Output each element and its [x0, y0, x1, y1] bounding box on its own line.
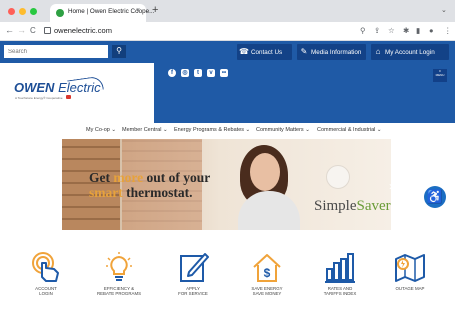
- share-icon[interactable]: ⇪: [374, 26, 380, 35]
- reload-button[interactable]: C: [30, 26, 36, 35]
- tab-close-icon[interactable]: ×: [136, 7, 140, 14]
- media-information-button[interactable]: ✎ Media Information: [297, 44, 366, 60]
- flickr-icon[interactable]: ••: [220, 69, 228, 77]
- quick-links: ACCOUNT LOGIN EFFICIENCY & REBATE PROGRAMS…: [0, 231, 455, 318]
- thermostat-icon: [326, 165, 350, 189]
- menu-button[interactable]: ≡ MENU: [433, 69, 447, 82]
- quick-link-rates-tariffs[interactable]: RATES AND TARIFFS INDEX: [310, 251, 370, 297]
- quick-link-label: ACCOUNT LOGIN: [35, 286, 57, 297]
- close-window-button[interactable]: [8, 8, 15, 15]
- url-field[interactable]: owenelectric.com: [54, 26, 112, 35]
- browser-tab[interactable]: Home | Owen Electric Coope... ×: [50, 4, 154, 22]
- touch-hand-icon: [32, 252, 59, 282]
- lock-icon: [44, 27, 51, 34]
- quick-link-label: SAVE ENERGY SAVE MONEY: [251, 286, 283, 297]
- nav-item-energy-programs[interactable]: Energy Programs & Rebates ⌄: [174, 127, 250, 133]
- quick-link-label: EFFICIENCY & REBATE PROGRAMS: [96, 286, 142, 297]
- quick-link-outage-map[interactable]: OUTAGE MAP: [380, 251, 440, 291]
- forward-button[interactable]: →: [17, 25, 26, 35]
- more-icon[interactable]: ⋮: [444, 26, 452, 35]
- lightbulb-icon: [106, 252, 132, 281]
- site-utility-bar: ⚲ ☎Contact Us ✎Media Information ⌂ My Acc…: [0, 41, 455, 63]
- carousel-prev-button[interactable]: ‹: [40, 179, 44, 193]
- quick-link-label: APPLY FOR SERVICE: [178, 286, 208, 297]
- nav-item-member-central[interactable]: Member Central ⌄: [122, 127, 168, 133]
- map-icon: [395, 254, 425, 282]
- contact-us-button[interactable]: ☎ Contact Us: [237, 44, 292, 60]
- house-dollar-icon: $: [253, 254, 281, 282]
- quick-link-label: OUTAGE MAP: [395, 286, 425, 291]
- person-face: [250, 153, 280, 191]
- svg-text:$: $: [264, 266, 271, 280]
- hero-banner-image[interactable]: Get more out of your smart thermostat. S…: [62, 139, 391, 230]
- home-icon: ⌂: [375, 47, 381, 56]
- maximize-window-button[interactable]: [30, 8, 37, 15]
- quick-link-efficiency-rebates[interactable]: EFFICIENCY & REBATE PROGRAMS: [89, 251, 149, 297]
- new-tab-button[interactable]: +: [152, 4, 158, 16]
- sidebar-icon[interactable]: ▮: [416, 26, 420, 35]
- address-bar: ← → C owenelectric.com ⚲ ⇪ ☆ ✱ ▮ ● ⋮: [0, 22, 455, 41]
- quick-link-save-energy[interactable]: $ SAVE ENERGY SAVE MONEY: [237, 251, 297, 297]
- back-button[interactable]: ←: [5, 25, 14, 35]
- favicon-icon: [56, 9, 64, 17]
- quick-link-account-login[interactable]: ACCOUNT LOGIN: [16, 251, 76, 297]
- pencil-icon: ✎: [300, 47, 308, 56]
- account-login-label: My Account Login: [385, 49, 435, 56]
- simplesaver-logo: SimpleSaver: [314, 198, 391, 214]
- header-blue-panel: f ◎ t v ••: [154, 63, 455, 123]
- tab-list-icon[interactable]: ⌄: [441, 6, 447, 14]
- nav-item-commercial-industrial[interactable]: Commercial & Industrial ⌄: [317, 127, 382, 133]
- hero-headline: Get more out of your smart thermostat.: [89, 170, 211, 200]
- quick-link-apply-service[interactable]: APPLY FOR SERVICE: [163, 251, 223, 297]
- search-input[interactable]: [4, 45, 108, 58]
- bar-chart-icon: [325, 253, 355, 283]
- search-button[interactable]: ⚲: [112, 45, 126, 58]
- account-login-button[interactable]: ⌂ My Account Login: [371, 44, 449, 60]
- tab-title: Home | Owen Electric Coope...: [68, 8, 155, 15]
- search-icon: ⚲: [116, 46, 122, 55]
- edit-form-icon: [180, 253, 209, 282]
- instagram-icon[interactable]: ◎: [181, 69, 189, 77]
- tab-bar: Home | Owen Electric Coope... × + ⌄: [0, 0, 455, 22]
- touchstone-icon: [66, 95, 71, 99]
- vimeo-icon[interactable]: v: [207, 69, 215, 77]
- menu-label: MENU: [435, 73, 445, 77]
- logo-tagline: A Touchstone Energy® Cooperative: [15, 96, 63, 100]
- accessibility-icon[interactable]: ♿: [424, 186, 446, 208]
- quick-link-label: RATES AND TARIFFS INDEX: [323, 286, 357, 297]
- carousel-next-button[interactable]: ›: [389, 179, 393, 193]
- contact-icon: ☎: [239, 47, 249, 56]
- nav-item-my-coop[interactable]: My Co-op ⌄: [86, 127, 116, 133]
- twitter-icon[interactable]: t: [194, 69, 202, 77]
- search-icon[interactable]: ⚲: [360, 26, 366, 35]
- media-information-label: Media Information: [311, 49, 362, 56]
- star-icon[interactable]: ☆: [388, 26, 395, 35]
- browser-window: Home | Owen Electric Coope... × + ⌄ ← → …: [0, 0, 455, 318]
- contact-us-label: Contact Us: [251, 49, 283, 56]
- profile-icon[interactable]: ●: [429, 26, 434, 35]
- hero-carousel: Get more out of your smart thermostat. S…: [0, 137, 455, 231]
- facebook-icon[interactable]: f: [168, 69, 176, 77]
- main-nav: My Co-op ⌄ Member Central ⌄ Energy Progr…: [0, 124, 455, 138]
- site-header: OWEN Electric A Touchstone Energy® Coope…: [0, 63, 455, 123]
- minimize-window-button[interactable]: [19, 8, 26, 15]
- nav-item-community-matters[interactable]: Community Matters ⌄: [256, 127, 310, 133]
- extensions-icon[interactable]: ✱: [403, 26, 409, 35]
